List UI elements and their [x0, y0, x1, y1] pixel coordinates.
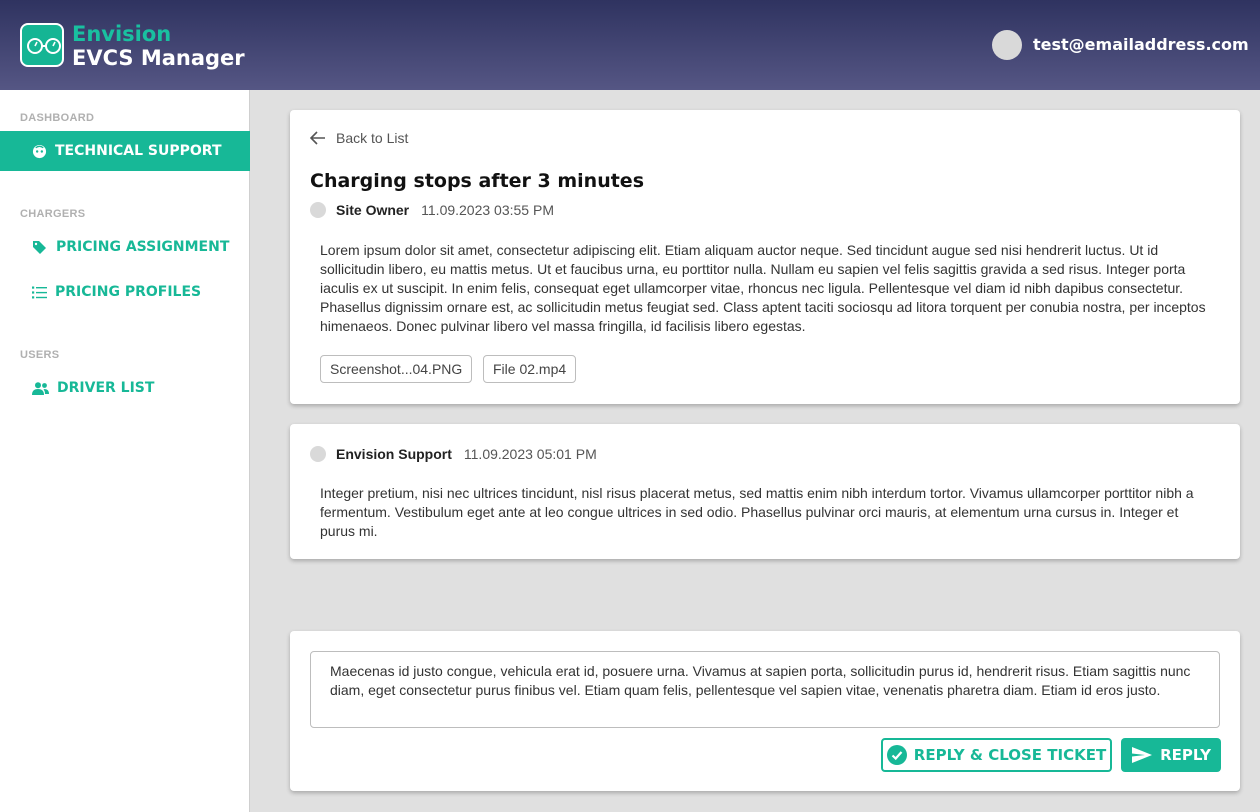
post-date: 11.09.2023 05:01 PM — [463, 446, 597, 462]
section-dashboard: DASHBOARD — [20, 112, 95, 124]
sidebar-item-label: DRIVER LIST — [57, 380, 155, 396]
send-icon — [1132, 747, 1153, 763]
author-avatar — [310, 446, 326, 462]
response-meta: Envision Support 11.09.2023 05:01 PM — [310, 446, 597, 462]
sidebar-item-pricing-assignment[interactable]: PRICING ASSIGNMENT — [0, 227, 250, 267]
attachment-chip[interactable]: Screenshot...04.PNG — [320, 355, 473, 383]
back-to-list-link[interactable]: Back to List — [310, 130, 408, 146]
button-label: REPLY & CLOSE TICKET — [913, 746, 1107, 764]
author-avatar — [310, 202, 326, 218]
attachment-chip[interactable]: File 02.mp4 — [483, 355, 577, 383]
ticket-card: Back to List Charging stops after 3 minu… — [290, 110, 1240, 404]
brand-line-2: EVCS Manager — [72, 46, 245, 70]
section-users: USERS — [20, 349, 60, 361]
author-name: Envision Support — [336, 446, 452, 462]
post-date: 11.09.2023 03:55 PM — [421, 202, 554, 218]
ticket-meta: Site Owner 11.09.2023 03:55 PM — [310, 202, 554, 218]
list-icon — [32, 286, 47, 298]
reply-and-close-button[interactable]: REPLY & CLOSE TICKET — [881, 738, 1112, 772]
back-label: Back to List — [336, 130, 409, 146]
support-icon — [32, 144, 47, 158]
top-header: Envision EVCS Manager test@emailaddress.… — [0, 0, 1260, 90]
sidebar-item-label: TECHNICAL SUPPORT — [55, 143, 222, 159]
user-email[interactable]: test@emailaddress.com — [1033, 35, 1249, 54]
ticket-body: Lorem ipsum dolor sit amet, consectetur … — [320, 242, 1206, 334]
user-avatar[interactable] — [992, 30, 1022, 60]
sidebar-item-label: PRICING PROFILES — [55, 284, 202, 300]
app-logo-icon — [20, 23, 64, 67]
response-card: Envision Support 11.09.2023 05:01 PM Int… — [290, 424, 1240, 559]
people-icon — [32, 381, 49, 395]
reply-card: Maecenas id justo congue, vehicula erat … — [290, 631, 1240, 791]
sidebar-item-driver-list[interactable]: DRIVER LIST — [0, 368, 250, 408]
ticket-title: Charging stops after 3 minutes — [310, 170, 645, 192]
reply-button[interactable]: REPLY — [1121, 738, 1221, 772]
author-name: Site Owner — [336, 202, 410, 218]
sidebar-item-pricing-profiles[interactable]: PRICING PROFILES — [0, 272, 250, 312]
sidebar-item-technical-support[interactable]: TECHNICAL SUPPORT — [0, 131, 250, 171]
tag-icon — [33, 240, 46, 254]
check-circle-icon — [886, 745, 907, 765]
arrow-left-icon — [310, 131, 325, 145]
reply-textarea[interactable]: Maecenas id justo congue, vehicula erat … — [310, 651, 1220, 728]
section-chargers: CHARGERS — [20, 208, 86, 220]
brand-line-1: Envision — [72, 22, 172, 46]
sidebar: DASHBOARD TECHNICAL SUPPORT CHARGERS PRI… — [0, 90, 250, 812]
button-label: REPLY — [1160, 746, 1211, 764]
sidebar-item-label: PRICING ASSIGNMENT — [56, 239, 230, 255]
response-body: Integer pretium, nisi nec ultrices tinci… — [320, 485, 1194, 539]
brand-name: Envision EVCS Manager — [72, 22, 245, 70]
